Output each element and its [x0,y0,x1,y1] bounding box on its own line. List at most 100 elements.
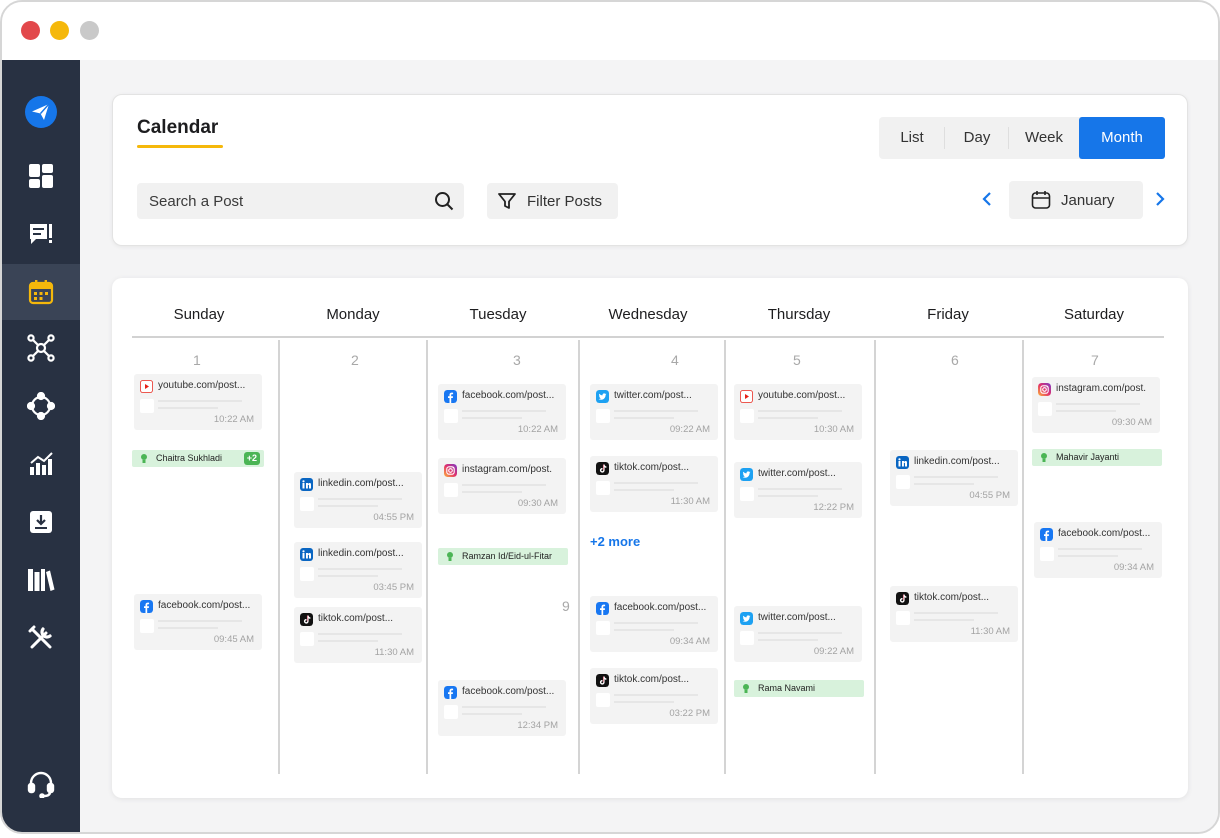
sidebar-item-support[interactable] [2,756,80,812]
sidebar-item-analytics[interactable] [2,436,80,492]
tab-month[interactable]: Month [1079,117,1165,159]
day-header-saturday: Saturday [1063,306,1125,323]
post-card-youtube[interactable]: youtube.com/post... 10:22 AM [134,374,262,430]
calendar-small-icon [1031,191,1051,209]
twitter-icon [596,390,609,403]
sidebar-item-tools[interactable] [2,610,80,666]
post-preview-line [914,476,998,478]
post-card-tiktok[interactable]: tiktok.com/post... 11:30 AM [890,586,1018,642]
post-preview-line [462,713,522,715]
post-card-twitter[interactable]: twitter.com/post... 09:22 AM [590,384,718,440]
post-time: 10:22 AM [213,414,254,425]
post-card-youtube[interactable]: youtube.com/post... 10:30 AM [734,384,862,440]
post-preview-line [914,619,974,621]
instagram-icon [444,464,457,477]
linkedin-icon [300,478,313,491]
post-card-linkedin[interactable]: linkedin.com/post... 03:45 PM [294,542,422,598]
post-card-tiktok[interactable]: tiktok.com/post... 03:22 PM [590,668,718,724]
post-preview-line [462,491,522,493]
search-icon[interactable] [434,191,454,211]
sidebar-item-dashboard[interactable] [2,148,80,204]
holiday-name: Rama Navami [758,683,816,693]
close-window-button[interactable] [21,21,40,40]
holiday-count-badge[interactable]: +2 [243,452,260,465]
post-preview-line [158,407,218,409]
post-card-twitter[interactable]: twitter.com/post... 09:22 AM [734,606,862,662]
sidebar-item-inbox[interactable] [2,494,80,550]
chevron-left-icon[interactable] [981,191,993,207]
holiday-name: Chaitra Sukhladi [156,453,223,463]
chevron-right-icon[interactable] [1154,191,1166,207]
filter-posts-button[interactable]: Filter Posts [487,183,618,219]
post-card-instagram[interactable]: instagram.com/post. 09:30 AM [438,458,566,514]
month-picker[interactable]: January [1009,181,1143,219]
search-input[interactable] [137,183,427,219]
date-number[interactable]: 7 [1091,352,1099,368]
tab-day[interactable]: Day [945,117,1009,159]
sidebar-item-logo[interactable] [2,84,80,140]
inbox-download-icon [30,511,52,533]
more-posts-link[interactable]: +2 more [590,534,640,549]
post-card-linkedin[interactable]: linkedin.com/post... 04:55 PM [294,472,422,528]
day-header-thursday: Thursday [767,306,831,323]
date-number[interactable]: 3 [513,352,521,368]
post-preview-line [318,505,378,507]
post-card-facebook[interactable]: facebook.com/post... 10:22 AM [438,384,566,440]
post-preview-line [158,400,242,402]
holiday-tag[interactable]: Mahavir Jayanti [1032,449,1162,466]
post-thumbnail [140,619,154,633]
sidebar-item-library[interactable] [2,552,80,608]
connect-nodes-icon [27,392,55,420]
post-card-facebook[interactable]: facebook.com/post... 09:45 AM [134,594,262,650]
post-preview-line [1058,555,1118,557]
tiktok-icon [300,613,313,626]
post-preview-line [318,498,402,500]
post-card-tiktok[interactable]: tiktok.com/post... 11:30 AM [590,456,718,512]
post-card-instagram[interactable]: instagram.com/post. 09:30 AM [1032,377,1160,433]
post-card-facebook[interactable]: facebook.com/post... 09:34 AM [1034,522,1162,578]
post-card-twitter[interactable]: twitter.com/post... 12:22 PM [734,462,862,518]
tab-list[interactable]: List [879,117,945,159]
post-time: 04:55 PM [373,512,414,523]
post-card-linkedin[interactable]: linkedin.com/post... 04:55 PM [890,450,1018,506]
date-number[interactable]: 5 [793,352,801,368]
holiday-tag[interactable]: Chaitra Sukhladi +2 [132,450,264,467]
post-preview-line [1056,403,1140,405]
post-thumbnail [444,483,458,497]
sidebar-item-connect[interactable] [2,378,80,434]
date-number[interactable]: 4 [671,352,679,368]
tab-week[interactable]: Week [1009,117,1079,159]
day-header-tuesday: Tuesday [469,306,527,323]
holiday-tag[interactable]: Ramzan Id/Eid-ul-Fitar [438,548,568,565]
post-card-facebook[interactable]: facebook.com/post... 09:34 AM [590,596,718,652]
post-thumbnail [140,399,154,413]
zoom-window-button[interactable] [80,21,99,40]
sidebar-item-calendar[interactable] [2,264,80,320]
date-number[interactable]: 6 [951,352,959,368]
post-preview-line [318,633,402,635]
post-card-tiktok[interactable]: tiktok.com/post... 11:30 AM [294,607,422,663]
youtube-icon [740,390,753,403]
facebook-icon [1040,528,1053,541]
post-link: twitter.com/post... [614,390,692,401]
minimize-window-button[interactable] [50,21,69,40]
date-number[interactable]: 1 [193,352,201,368]
date-number[interactable]: 9 [562,598,570,614]
post-preview-line [914,612,998,614]
post-time: 12:22 PM [813,502,854,513]
post-preview-line [614,629,674,631]
post-preview-line [318,568,402,570]
post-link: youtube.com/post... [158,380,246,391]
post-preview-line [462,410,546,412]
sidebar-item-network[interactable] [2,320,80,376]
sidebar-item-compose[interactable] [2,206,80,262]
holiday-tag[interactable]: Rama Navami [734,680,864,697]
post-thumbnail [444,705,458,719]
post-preview-line [462,706,546,708]
post-thumbnail [300,632,314,646]
post-card-facebook[interactable]: facebook.com/post... 12:34 PM [438,680,566,736]
post-preview-line [462,484,546,486]
tools-icon [28,625,52,649]
date-number[interactable]: 2 [351,352,359,368]
tiktok-icon [596,462,609,475]
